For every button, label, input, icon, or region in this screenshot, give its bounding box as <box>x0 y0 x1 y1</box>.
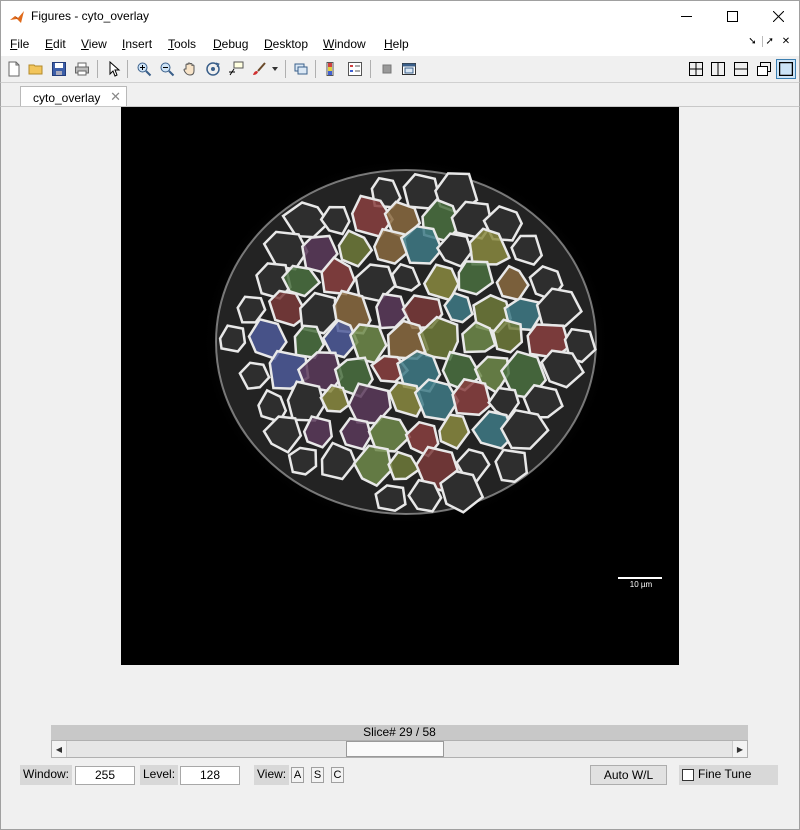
slice-slider[interactable]: ◀ ▶ <box>51 740 748 758</box>
toolbar-separator <box>285 60 286 78</box>
tab-strip: cyto_overlay ✕ <box>0 83 800 108</box>
slice-label: Slice# 29 / 58 <box>51 725 748 740</box>
close-icon[interactable]: ✕ <box>110 89 121 105</box>
view-axial-button[interactable]: A <box>291 767 304 783</box>
view-sagittal-button[interactable]: S <box>311 767 324 783</box>
cell <box>286 380 326 422</box>
tile-rows-icon[interactable] <box>731 59 751 79</box>
title-bar: Figures - cyto_overlay <box>0 0 800 31</box>
view-label: View: <box>254 765 290 785</box>
save-icon[interactable] <box>49 59 69 79</box>
cell <box>287 446 318 476</box>
maximize-button[interactable] <box>709 1 755 31</box>
labeled-cell <box>372 227 409 265</box>
matlab-icon <box>10 11 24 23</box>
fine-tune-checkbox[interactable]: Fine Tune <box>679 765 778 785</box>
undock-arrow-icon[interactable]: ➘ <box>745 36 759 47</box>
pin-icon[interactable]: ➚ <box>762 36 776 47</box>
labeled-cell <box>302 415 334 449</box>
menu-help[interactable]: Help <box>384 37 409 51</box>
slider-thumb[interactable] <box>346 741 444 757</box>
new-figure-icon[interactable] <box>4 59 24 79</box>
window-label: Window: <box>20 765 73 785</box>
toolbar-separator <box>370 60 371 78</box>
cell-overlay-image <box>201 157 611 527</box>
legend-icon[interactable] <box>345 59 365 79</box>
window-input[interactable]: 255 <box>75 766 135 785</box>
scale-bar-label: 10 µm <box>629 580 653 589</box>
float-icon[interactable] <box>754 59 774 79</box>
menu-tools[interactable]: Tools <box>168 37 196 51</box>
toolbar-separator <box>97 60 98 78</box>
tile-grid-icon[interactable] <box>686 59 706 79</box>
chevron-down-icon[interactable] <box>269 59 281 79</box>
maximize-icon[interactable] <box>776 59 796 79</box>
open-file-icon[interactable] <box>26 59 46 79</box>
link-plot-icon[interactable] <box>291 59 311 79</box>
menu-desktop[interactable]: Desktop <box>264 37 308 51</box>
window-title: Figures - cyto_overlay <box>31 9 150 23</box>
image-axes[interactable]: 10 µm <box>121 107 679 665</box>
slider-left-arrow-icon[interactable]: ◀ <box>52 741 67 757</box>
show-plot-tools-icon[interactable] <box>399 59 419 79</box>
menu-debug[interactable]: Debug <box>213 37 248 51</box>
tab-label: cyto_overlay <box>33 91 101 105</box>
tile-columns-icon[interactable] <box>708 59 728 79</box>
zoom-out-icon[interactable] <box>157 59 177 79</box>
zoom-in-icon[interactable] <box>134 59 154 79</box>
view-coronal-button[interactable]: C <box>331 767 344 783</box>
minimize-button[interactable] <box>663 1 709 31</box>
dock-controls: ➘ ➚ ✕ <box>745 36 793 47</box>
level-label: Level: <box>140 765 179 785</box>
hide-plot-tools-icon[interactable] <box>377 59 397 79</box>
menu-insert[interactable]: Insert <box>122 37 152 51</box>
scale-bar <box>618 577 662 579</box>
print-icon[interactable] <box>72 59 92 79</box>
pointer-icon[interactable] <box>104 59 124 79</box>
labeled-cell <box>339 417 373 451</box>
slider-right-arrow-icon[interactable]: ▶ <box>732 741 747 757</box>
toolbar <box>0 56 800 83</box>
data-cursor-icon[interactable] <box>226 59 246 79</box>
rotate-3d-icon[interactable] <box>203 59 223 79</box>
level-input[interactable]: 128 <box>180 766 240 785</box>
close-panel-icon[interactable]: ✕ <box>779 36 793 47</box>
close-button[interactable] <box>755 1 800 31</box>
brush-icon[interactable] <box>249 59 269 79</box>
colorbar-icon[interactable] <box>322 59 342 79</box>
menu-window[interactable]: Window <box>323 37 366 51</box>
cell <box>494 448 529 484</box>
checkbox-box[interactable] <box>682 769 694 781</box>
toolbar-separator <box>127 60 128 78</box>
menu-file[interactable]: File <box>10 37 29 51</box>
auto-wl-button[interactable]: Auto W/L <box>590 765 667 785</box>
pan-icon[interactable] <box>180 59 200 79</box>
menu-bar: File Edit View Insert Tools Debug Deskto… <box>0 31 800 56</box>
tab-cyto-overlay[interactable]: cyto_overlay ✕ <box>20 86 127 108</box>
fine-tune-label: Fine Tune <box>698 767 752 781</box>
menu-edit[interactable]: Edit <box>45 37 66 51</box>
toolbar-separator <box>315 60 316 78</box>
menu-view[interactable]: View <box>81 37 107 51</box>
